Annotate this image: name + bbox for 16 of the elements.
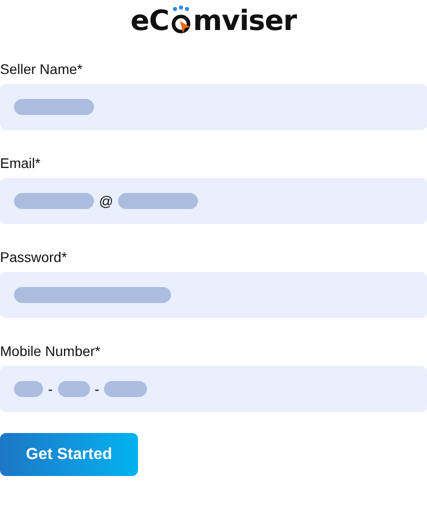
- field-label: Mobile Number*: [0, 342, 102, 360]
- input-field[interactable]: [0, 84, 427, 130]
- separator: @: [99, 193, 114, 209]
- logo: eC mviser: [130, 3, 297, 36]
- field-label: Seller Name*: [0, 60, 84, 78]
- placeholder-bar: [104, 381, 148, 397]
- placeholder-bar: [14, 381, 43, 397]
- input-field[interactable]: [0, 272, 427, 318]
- input-field[interactable]: - -: [0, 366, 427, 412]
- placeholder-bar: [58, 381, 90, 397]
- field-label: Email*: [0, 154, 42, 172]
- input-field[interactable]: @: [0, 178, 427, 224]
- separator: -: [48, 381, 53, 397]
- field-label: Password*: [0, 248, 68, 266]
- separator: -: [94, 381, 100, 397]
- get-started-button[interactable]: Get Started: [0, 433, 138, 476]
